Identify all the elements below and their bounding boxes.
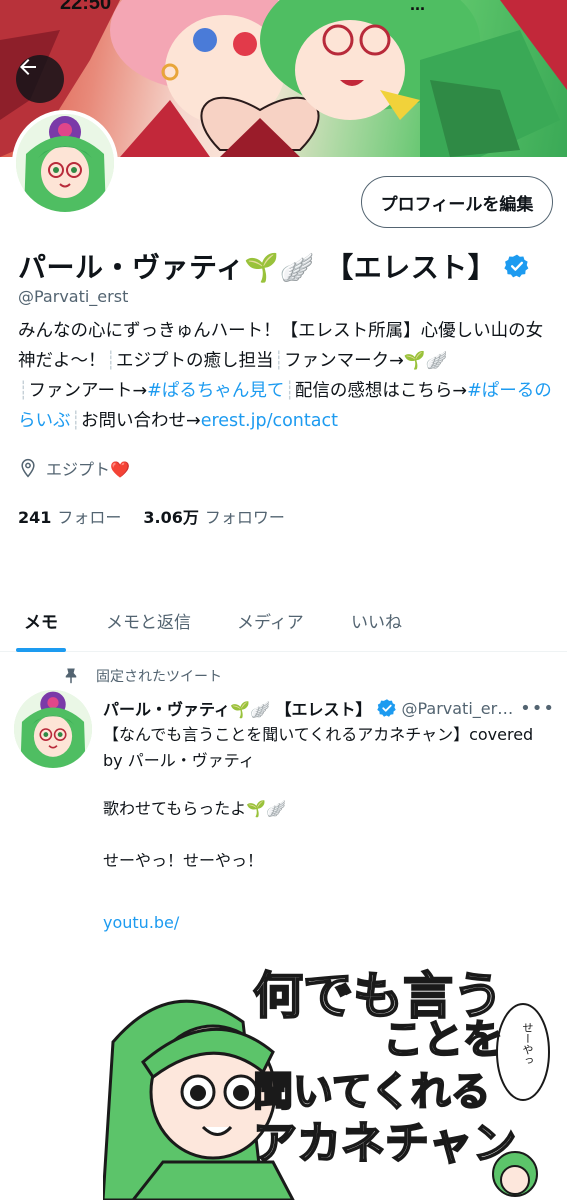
tweet-author-avatar[interactable] (14, 690, 92, 768)
tab-memo[interactable]: メモ (24, 608, 58, 633)
tab-likes[interactable]: いいね (351, 608, 402, 633)
bio-text: ファンマーク→🌱🪽 (284, 351, 448, 371)
tweet-text-line: 歌わせてもらったよ🌱🪽 (103, 799, 287, 818)
bio-contact-link[interactable]: erest.jp/contact (201, 411, 338, 431)
verified-badge-icon (377, 699, 397, 717)
profile-tabs: メモ メモと返信 メディア いいね (0, 590, 567, 652)
tab-memo-and-replies[interactable]: メモと返信 (106, 608, 191, 633)
display-name: パール・ヴァティ🌱🪽 【エレスト】 (18, 251, 497, 284)
media-bubble-text: せーやっ (521, 1022, 534, 1066)
tweet-author-name[interactable]: パール・ヴァティ🌱🪽 【エレスト】 (103, 696, 371, 720)
followers-count[interactable]: 3.06万 (143, 504, 198, 528)
back-arrow-icon (20, 59, 36, 75)
media-title-line: 聞いてくれる (252, 1068, 492, 1116)
bio-separator: ┊ (284, 381, 295, 401)
follow-stats: 241 フォロー 3.06万 フォロワー (18, 504, 307, 528)
pinned-indicator: 固定されたツイート (62, 666, 222, 686)
following-label[interactable]: フォロー (57, 504, 121, 528)
media-title-line: アカネチャン (252, 1117, 518, 1170)
bio-text: エジプトの癒し担当 (116, 351, 274, 371)
profile-avatar[interactable] (12, 110, 118, 216)
tweet-text-line: 【なんでも言うことを聞いてくれるアカネチャン】covered by パール・ヴァ… (103, 725, 534, 770)
status-signal: ... (410, 0, 426, 14)
tab-media[interactable]: メディア (237, 608, 304, 633)
bio-separator: ┊ (273, 351, 285, 371)
bio-text: ファンアート→ (28, 381, 148, 401)
followers-label[interactable]: フォロワー (205, 504, 285, 528)
bio-text: お問い合わせ→ (81, 411, 201, 431)
location-text: エジプト❤️ (46, 460, 130, 479)
media-title: 何でも言う ことを 聞いてくれる アカネチャン (252, 969, 518, 1170)
following-count[interactable]: 241 (18, 508, 51, 527)
profile-bio: みんなの心にずっきゅんハート！【エレスト所属】心優しい山の女神だよ～！┊エジプト… (18, 316, 558, 436)
pin-icon (65, 668, 77, 684)
verified-badge-icon[interactable] (504, 253, 530, 279)
bio-separator: ┊ (70, 411, 82, 431)
bio-separator: ┊ (18, 381, 29, 401)
status-time: 22:50 (60, 0, 112, 14)
avatar-artwork (14, 690, 92, 768)
tweet-body: 【なんでも言うことを聞いてくれるアカネチャン】covered by パール・ヴァ… (103, 722, 555, 936)
active-tab-indicator (16, 648, 66, 652)
more-icon[interactable]: ••• (520, 698, 555, 719)
profile-handle: @Parvati_erst (18, 287, 129, 306)
tweet-link[interactable]: youtu.be/ (103, 910, 555, 936)
edit-profile-button[interactable]: プロフィールを編集 (361, 176, 553, 228)
bio-hashtag-link[interactable]: #ぱるちゃん見て (147, 381, 284, 401)
location-pin-icon (21, 458, 35, 478)
avatar-artwork (16, 114, 114, 212)
pinned-label: 固定されたツイート (96, 669, 222, 685)
tweet-text-line: せーやっ！せーやっ！ (103, 851, 264, 870)
display-name-row: パール・ヴァティ🌱🪽 【エレスト】 (18, 246, 530, 286)
tweet-header: パール・ヴァティ🌱🪽 【エレスト】 @Parvati_erst... ••• (103, 696, 555, 720)
profile-location: エジプト❤️ (18, 456, 130, 480)
back-button[interactable] (16, 55, 64, 103)
bio-separator: ┊ (105, 351, 117, 371)
tweet-author-handle[interactable]: @Parvati_erst... (401, 699, 514, 718)
tweet-media-image[interactable]: 何でも言う ことを 聞いてくれる アカネチャン せーやっ (103, 952, 555, 1200)
bio-text: 配信の感想はこちら→ (294, 381, 468, 401)
